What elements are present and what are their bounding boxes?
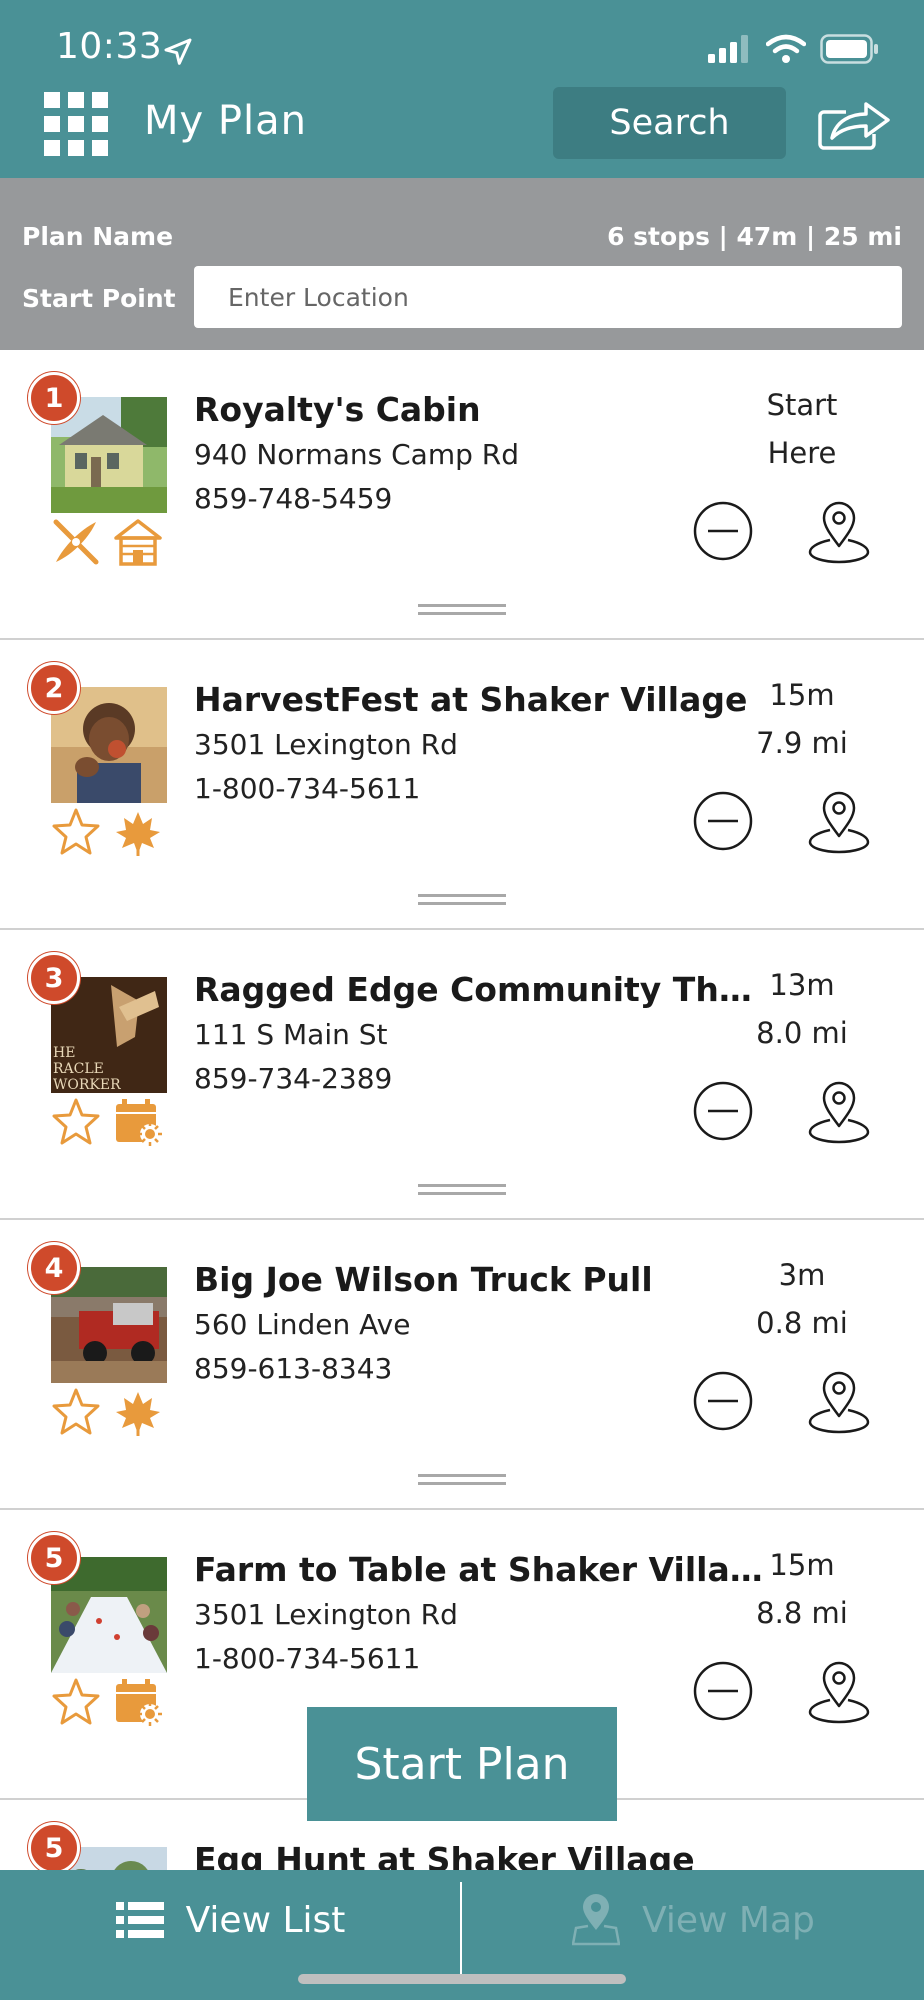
leaves-icon bbox=[116, 812, 160, 856]
stop-phone[interactable]: 1-800-734-5611 bbox=[194, 772, 420, 805]
search-button[interactable]: Search bbox=[553, 87, 786, 159]
stop-name[interactable]: Ragged Edge Community Thea… bbox=[194, 970, 764, 1009]
star-icon bbox=[52, 1678, 100, 1725]
star-icon bbox=[52, 1388, 100, 1435]
stop-number-badge: 4 bbox=[28, 1242, 80, 1294]
wifi-icon bbox=[766, 34, 806, 63]
category-icons bbox=[50, 1676, 164, 1728]
stop-card[interactable]: 2 HarvestFest at Shaker Village 3501 Lex… bbox=[0, 640, 924, 930]
stop-distance: 7.9 mi bbox=[756, 726, 848, 760]
stop-card[interactable]: 3 HE RACLE WORKER Ragged Edge Community … bbox=[0, 930, 924, 1220]
drag-handle[interactable] bbox=[418, 1184, 506, 1198]
svg-text:WORKER: WORKER bbox=[53, 1077, 121, 1093]
category-icons bbox=[50, 516, 164, 568]
stop-travel-time: 15m bbox=[769, 1548, 835, 1582]
plan-name-label[interactable]: Plan Name bbox=[22, 222, 173, 251]
stop-name[interactable]: Big Joe Wilson Truck Pull bbox=[194, 1260, 764, 1299]
page-title: My Plan bbox=[144, 98, 307, 144]
leaves-icon bbox=[116, 1392, 160, 1436]
stop-phone[interactable]: 859-734-2389 bbox=[194, 1062, 392, 1095]
remove-stop-icon[interactable] bbox=[692, 790, 754, 852]
svg-text:RACLE: RACLE bbox=[53, 1061, 104, 1077]
remove-stop-icon[interactable] bbox=[692, 1660, 754, 1722]
stop-number-badge: 3 bbox=[28, 952, 80, 1004]
star-icon bbox=[52, 808, 100, 855]
start-point-input[interactable] bbox=[194, 266, 902, 328]
drag-handle[interactable] bbox=[418, 894, 506, 908]
map-pin-icon[interactable] bbox=[808, 498, 870, 564]
kayak-icon bbox=[53, 519, 99, 565]
tab-view-map[interactable]: View Map bbox=[463, 1870, 924, 1970]
category-icons bbox=[50, 1386, 164, 1438]
status-indicators bbox=[708, 34, 880, 64]
stop-travel-time: 3m bbox=[778, 1258, 826, 1292]
stop-name[interactable]: HarvestFest at Shaker Village bbox=[194, 680, 764, 719]
stop-travel-time: 15m bbox=[769, 678, 835, 712]
stop-phone[interactable]: 1-800-734-5611 bbox=[194, 1642, 420, 1675]
drag-handle[interactable] bbox=[418, 1474, 506, 1488]
remove-stop-icon[interactable] bbox=[692, 500, 754, 562]
map-pin-icon[interactable] bbox=[808, 1078, 870, 1144]
stop-address: 560 Linden Ave bbox=[194, 1308, 411, 1341]
remove-stop-icon[interactable] bbox=[692, 1370, 754, 1432]
tab-divider bbox=[460, 1882, 462, 1976]
battery-icon bbox=[820, 34, 878, 64]
category-icons bbox=[50, 1096, 164, 1148]
status-time: 10:33 bbox=[56, 26, 163, 67]
cellular-signal-icon bbox=[708, 35, 748, 63]
share-icon[interactable] bbox=[818, 98, 890, 150]
stop-phone[interactable]: 859-613-8343 bbox=[194, 1352, 392, 1385]
stop-phone[interactable]: 859-748-5459 bbox=[194, 482, 392, 515]
stop-distance: 8.8 mi bbox=[756, 1596, 848, 1630]
stop-distance: Here bbox=[767, 436, 837, 470]
stop-travel-time: 13m bbox=[769, 968, 835, 1002]
start-point-label: Start Point bbox=[22, 284, 176, 313]
stop-number-badge: 1 bbox=[28, 372, 80, 424]
drag-handle[interactable] bbox=[418, 604, 506, 618]
tab-view-list-label: View List bbox=[185, 1899, 346, 1941]
map-pin-icon[interactable] bbox=[808, 788, 870, 854]
plan-info-bar: Plan Name 6 stops | 47m | 25 mi Start Po… bbox=[0, 178, 924, 350]
star-icon bbox=[52, 1098, 100, 1145]
stop-address: 3501 Lexington Rd bbox=[194, 1598, 458, 1631]
stop-distance: 0.8 mi bbox=[756, 1306, 848, 1340]
event-calendar-icon bbox=[116, 1099, 162, 1146]
stop-number-badge: 5 bbox=[28, 1532, 80, 1584]
app-header: 10:33 My Plan Search bbox=[0, 0, 924, 178]
stop-number-badge: 5 bbox=[28, 1822, 80, 1874]
category-icons bbox=[50, 806, 164, 858]
home-indicator bbox=[298, 1974, 626, 1984]
map-pin-icon bbox=[572, 1894, 621, 1946]
stop-distance: 8.0 mi bbox=[756, 1016, 848, 1050]
stop-address: 111 S Main St bbox=[194, 1018, 388, 1051]
start-plan-button[interactable]: Start Plan bbox=[307, 1707, 617, 1821]
stop-address: 940 Normans Camp Rd bbox=[194, 438, 519, 471]
event-calendar-icon bbox=[116, 1679, 162, 1726]
stop-name[interactable]: Farm to Table at Shaker Village bbox=[194, 1550, 764, 1589]
tab-view-list[interactable]: View List bbox=[0, 1870, 461, 1970]
bottom-tab-bar: View List View Map bbox=[0, 1870, 924, 2000]
app-menu-grid-icon[interactable] bbox=[44, 92, 108, 156]
cabin-icon bbox=[114, 519, 162, 566]
stop-number-badge: 2 bbox=[28, 662, 80, 714]
location-arrow-icon bbox=[164, 38, 192, 65]
stop-card[interactable]: 1 Royalty's Cabin 940 Normans Camp Rd 85… bbox=[0, 350, 924, 640]
list-icon bbox=[115, 1902, 164, 1938]
stop-travel-time: Start bbox=[766, 388, 838, 422]
map-pin-icon[interactable] bbox=[808, 1658, 870, 1724]
remove-stop-icon[interactable] bbox=[692, 1080, 754, 1142]
stop-name[interactable]: Royalty's Cabin bbox=[194, 390, 764, 429]
svg-text:HE: HE bbox=[53, 1045, 75, 1061]
map-pin-icon[interactable] bbox=[808, 1368, 870, 1434]
tab-view-map-label: View Map bbox=[642, 1899, 815, 1941]
stop-address: 3501 Lexington Rd bbox=[194, 728, 458, 761]
plan-summary: 6 stops | 47m | 25 mi bbox=[607, 222, 902, 251]
stop-card[interactable]: 4 Big Joe Wilson Truck Pull 560 Linden A… bbox=[0, 1220, 924, 1510]
